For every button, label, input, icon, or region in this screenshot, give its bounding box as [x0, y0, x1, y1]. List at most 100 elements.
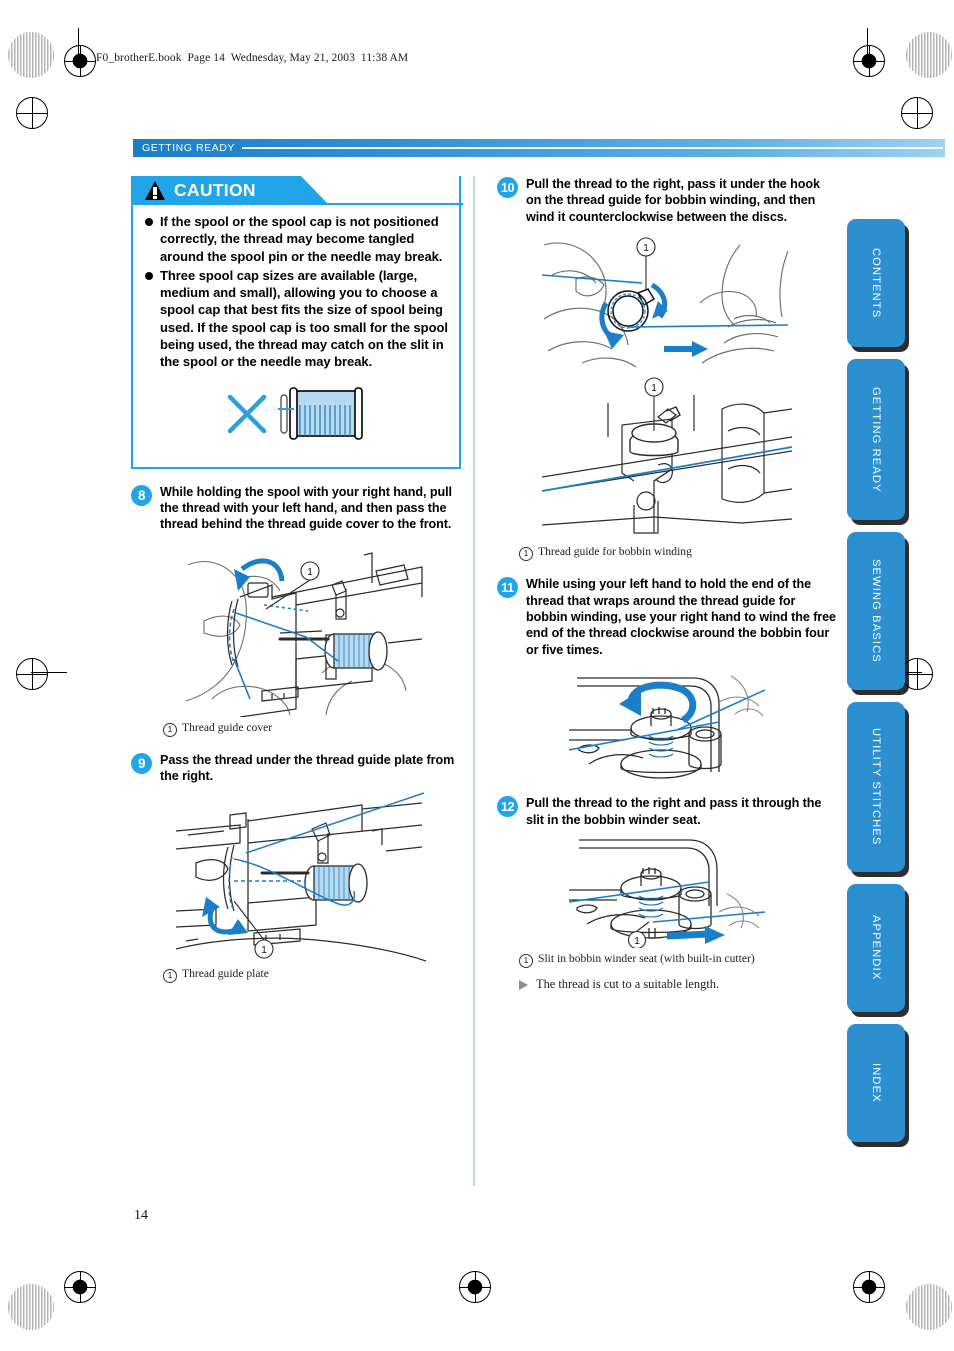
step-11: 11 While using your left hand to hold th…: [497, 576, 837, 658]
caution-body: If the spool or the spool cap is not pos…: [133, 205, 459, 467]
step-8: 8 While holding the spool with your righ…: [131, 484, 471, 533]
step-number-badge: 11: [497, 577, 518, 599]
step-instruction-text: While holding the spool with your right …: [160, 484, 452, 532]
note-text: The thread is cut to a suitable length.: [536, 977, 720, 992]
exclamation-glyph: [153, 186, 157, 200]
registration-mark-top-left: [64, 45, 96, 77]
crop-line-leftmid: [31, 672, 67, 673]
thread-guide-plate-illustration: 1: [176, 791, 426, 962]
caution-bullet-text: Three spool cap sizes are available (lar…: [160, 267, 448, 370]
document-page: F0_brotherE.book Page 14 Wednesday, May …: [0, 0, 954, 1351]
step-number-badge: 9: [131, 752, 152, 774]
thread-guide-cover-illustration: 1: [185, 552, 423, 717]
registration-mark-bottom-center: [459, 1271, 491, 1303]
caption-text: Thread guide plate: [182, 966, 269, 980]
crop-line-left-v: [78, 28, 79, 62]
step-11-figure: [497, 668, 837, 780]
caution-figure: [143, 373, 449, 457]
section-header-label: GETTING READY: [142, 142, 235, 154]
side-tab-label: APPENDIX: [870, 915, 882, 981]
caution-header: CAUTION: [133, 176, 463, 206]
svg-text:1: 1: [261, 945, 267, 956]
caption-text: Slit in bobbin winder seat (with built-i…: [538, 952, 755, 966]
svg-text:1: 1: [643, 243, 649, 254]
hands-winding-thread-illustration: 1: [542, 237, 789, 368]
side-tab-label: UTILITY STITCHES: [870, 728, 882, 846]
side-tab-appendix[interactable]: APPENDIX: [847, 884, 905, 1012]
step-12-note: The thread is cut to a suitable length.: [497, 977, 837, 992]
step-instruction-text: Pass the thread under the thread guide p…: [160, 752, 455, 784]
step-instruction-text: While using your left hand to hold the e…: [526, 577, 836, 657]
caution-box: CAUTION If the spool or the spool cap is…: [131, 176, 463, 469]
registration-mark-bottom-left: [64, 1271, 96, 1303]
side-tab-label: CONTENTS: [870, 247, 882, 319]
step-12: 12 Pull the thread to the right and pass…: [497, 795, 837, 828]
step-10-caption: 1 Thread guide for bobbin winding: [497, 545, 837, 562]
page-number: 14: [134, 1208, 148, 1223]
thread-guide-closeup-illustration: 1: [542, 377, 792, 534]
callout-number: 1: [519, 954, 533, 969]
callout-number: 1: [163, 722, 177, 737]
step-instruction-text: Pull the thread to the right, pass it un…: [526, 177, 820, 224]
step-9-figure: 1: [131, 791, 471, 963]
column-divider: [473, 176, 475, 1186]
step-number-badge: 10: [497, 177, 518, 198]
step-8-caption: 1 Thread guide cover: [131, 721, 471, 737]
caption-text: Thread guide cover: [182, 720, 273, 734]
bobbin-winder-seat-slit-illustration: 1: [569, 839, 765, 949]
step-10-figure-hands: 1: [497, 231, 837, 371]
caution-bullet: Three spool cap sizes are available (lar…: [143, 267, 449, 371]
step-9-caption: 1 Thread guide plate: [131, 967, 471, 983]
left-column: CAUTION If the spool or the spool cap is…: [131, 176, 471, 983]
registration-mark-right-upper: [901, 97, 933, 129]
side-tab-label: GETTING READY: [870, 386, 882, 493]
registration-mark-left-mid: [16, 658, 48, 690]
svg-text:1: 1: [307, 567, 313, 578]
corner-halftone-mark-bl: [8, 1284, 54, 1330]
side-tab-sewing-basics[interactable]: SEWING BASICS: [847, 532, 905, 690]
registration-mark-top-right: [853, 45, 885, 77]
registration-mark-bottom-right: [853, 1271, 885, 1303]
corner-halftone-mark-tl: [8, 32, 54, 78]
step-number-badge: 12: [497, 796, 518, 818]
step-9: 9 Pass the thread under the thread guide…: [131, 752, 471, 785]
side-tab-label: SEWING BASICS: [870, 559, 882, 663]
side-tab-utility-stitches[interactable]: UTILITY STITCHES: [847, 702, 905, 872]
step-instruction-text: Pull the thread to the right and pass it…: [526, 796, 822, 827]
corner-halftone-mark-tr: [906, 32, 952, 78]
side-index-tabs: CONTENTS GETTING READY SEWING BASICS UTI…: [847, 219, 909, 1154]
callout-number: 1: [163, 968, 177, 983]
step-8-figure: 1: [131, 539, 471, 717]
section-header-bar: GETTING READY: [133, 139, 945, 157]
side-tab-getting-ready[interactable]: GETTING READY: [847, 359, 905, 520]
spool-cap-incorrect-illustration: [227, 386, 363, 440]
file-header-line: F0_brotherE.book Page 14 Wednesday, May …: [96, 52, 409, 64]
side-tab-label: INDEX: [870, 1063, 882, 1103]
step-10-figure-closeup: 1: [497, 373, 837, 541]
bullet-dot-icon: [145, 271, 153, 280]
section-header-rule: [241, 147, 943, 149]
bullet-dot-icon: [145, 218, 153, 226]
triangle-bullet-icon: [519, 980, 528, 991]
caution-title: CAUTION: [174, 180, 256, 200]
side-tab-contents[interactable]: CONTENTS: [847, 219, 905, 347]
step-number-badge: 8: [131, 484, 152, 506]
right-column: 10 Pull the thread to the right, pass it…: [497, 176, 837, 992]
crop-line-right-v: [867, 28, 868, 62]
caution-bullet-text: If the spool or the spool cap is not pos…: [160, 214, 443, 264]
callout-number: 1: [519, 547, 533, 562]
bobbin-winding-clockwise-illustration: [569, 675, 765, 779]
side-tab-index[interactable]: INDEX: [847, 1024, 905, 1142]
step-12-figure: 1: [497, 836, 837, 949]
svg-text:1: 1: [634, 936, 640, 947]
caution-bullet: If the spool or the spool cap is not pos…: [143, 213, 449, 265]
caption-text: Thread guide for bobbin winding: [538, 545, 692, 559]
caution-header-banner: CAUTION: [133, 176, 329, 205]
caution-underline: [133, 203, 463, 206]
step-10: 10 Pull the thread to the right, pass it…: [497, 176, 837, 225]
step-12-caption: 1 Slit in bobbin winder seat (with built…: [497, 952, 837, 969]
warning-triangle-icon: [145, 181, 165, 200]
svg-text:1: 1: [651, 383, 657, 394]
corner-halftone-mark-br: [906, 1284, 952, 1330]
registration-mark-left-upper: [16, 97, 48, 129]
